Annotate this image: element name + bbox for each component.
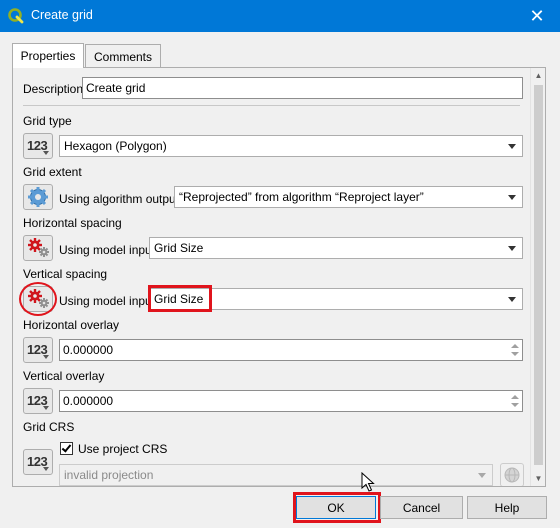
grid-type-label: Grid type <box>23 114 72 128</box>
chevron-down-icon <box>508 297 516 302</box>
chevron-down-icon <box>43 151 49 155</box>
horizontal-spacing-value: Grid Size <box>154 241 204 255</box>
horizontal-overlay-source-button[interactable]: 123 <box>23 337 53 363</box>
horizontal-overlay-input[interactable]: 0.000000 <box>59 339 523 361</box>
help-button[interactable]: Help <box>467 496 547 519</box>
vertical-overlay-source-button[interactable]: 123 <box>23 388 53 414</box>
properties-panel: Description Create grid Grid type 123 He… <box>12 67 546 487</box>
close-icon[interactable]: ✕ <box>514 0 560 32</box>
scrollbar-thumb[interactable] <box>534 85 543 465</box>
mouse-cursor-icon <box>361 472 375 492</box>
chevron-down-icon <box>478 473 486 478</box>
spin-buttons[interactable] <box>508 391 522 411</box>
description-input[interactable]: Create grid <box>82 77 523 99</box>
algorithm-output-gear-icon <box>28 187 48 207</box>
scroll-up-icon[interactable]: ▲ <box>531 68 545 83</box>
grid-type-value: Hexagon (Polygon) <box>64 139 167 153</box>
grid-extent-source-button[interactable] <box>23 184 53 210</box>
grid-type-source-button[interactable]: 123 <box>23 133 53 159</box>
use-project-crs-label: Use project CRS <box>78 442 168 456</box>
vertical-overlay-label: Vertical overlay <box>23 369 105 383</box>
scroll-down-icon[interactable]: ▼ <box>531 471 545 486</box>
checkmark-icon <box>61 442 72 453</box>
vertical-overlay-input[interactable]: 0.000000 <box>59 390 523 412</box>
model-input-gears-icon <box>28 238 49 257</box>
window-title: Create grid <box>31 8 93 22</box>
annotation-highlight-circle <box>19 282 57 316</box>
chevron-down-icon <box>508 246 516 251</box>
globe-icon <box>504 467 520 483</box>
separator <box>23 105 520 106</box>
horizontal-spacing-select[interactable]: Grid Size <box>149 237 523 259</box>
annotation-highlight-rect <box>148 285 212 312</box>
chevron-down-icon <box>43 355 49 359</box>
vertical-spacing-label: Vertical spacing <box>23 267 108 281</box>
title-bar: Create grid ✕ <box>0 0 560 32</box>
chevron-down-icon <box>43 406 49 410</box>
horizontal-spacing-source-text: Using model input <box>59 243 156 257</box>
vertical-spacing-source-text: Using model input <box>59 294 156 308</box>
grid-extent-source-text: Using algorithm output <box>59 192 180 206</box>
cancel-button[interactable]: Cancel <box>380 496 463 519</box>
use-project-crs-checkbox[interactable] <box>60 442 73 455</box>
chevron-down-icon <box>508 144 516 149</box>
horizontal-spacing-source-button[interactable] <box>23 235 53 261</box>
grid-crs-label: Grid CRS <box>23 420 75 434</box>
chevron-down-icon <box>508 195 516 200</box>
parameters-scroll-area: Description Create grid Grid type 123 He… <box>13 68 530 486</box>
spin-buttons[interactable] <box>508 340 522 360</box>
crs-select: invalid projection <box>59 464 493 486</box>
grid-extent-select[interactable]: “Reprojected” from algorithm “Reproject … <box>174 186 523 208</box>
vertical-scrollbar[interactable]: ▲ ▼ <box>530 68 545 486</box>
tab-comments[interactable]: Comments <box>85 44 161 68</box>
horizontal-overlay-label: Horizontal overlay <box>23 318 120 332</box>
grid-type-select[interactable]: Hexagon (Polygon) <box>59 135 523 157</box>
grid-extent-label: Grid extent <box>23 165 82 179</box>
horizontal-spacing-label: Horizontal spacing <box>23 216 122 230</box>
description-label: Description <box>23 82 84 96</box>
grid-extent-value: “Reprojected” from algorithm “Reproject … <box>179 190 424 204</box>
tab-properties[interactable]: Properties <box>12 43 84 68</box>
grid-crs-source-button[interactable]: 123 <box>23 449 53 475</box>
qgis-logo-icon <box>8 8 24 24</box>
horizontal-overlay-value: 0.000000 <box>63 343 114 357</box>
chevron-down-icon <box>43 467 49 471</box>
select-crs-button <box>500 463 524 486</box>
crs-value: invalid projection <box>64 468 154 482</box>
annotation-highlight-rect <box>293 492 381 523</box>
vertical-overlay-value: 0.000000 <box>63 394 114 408</box>
